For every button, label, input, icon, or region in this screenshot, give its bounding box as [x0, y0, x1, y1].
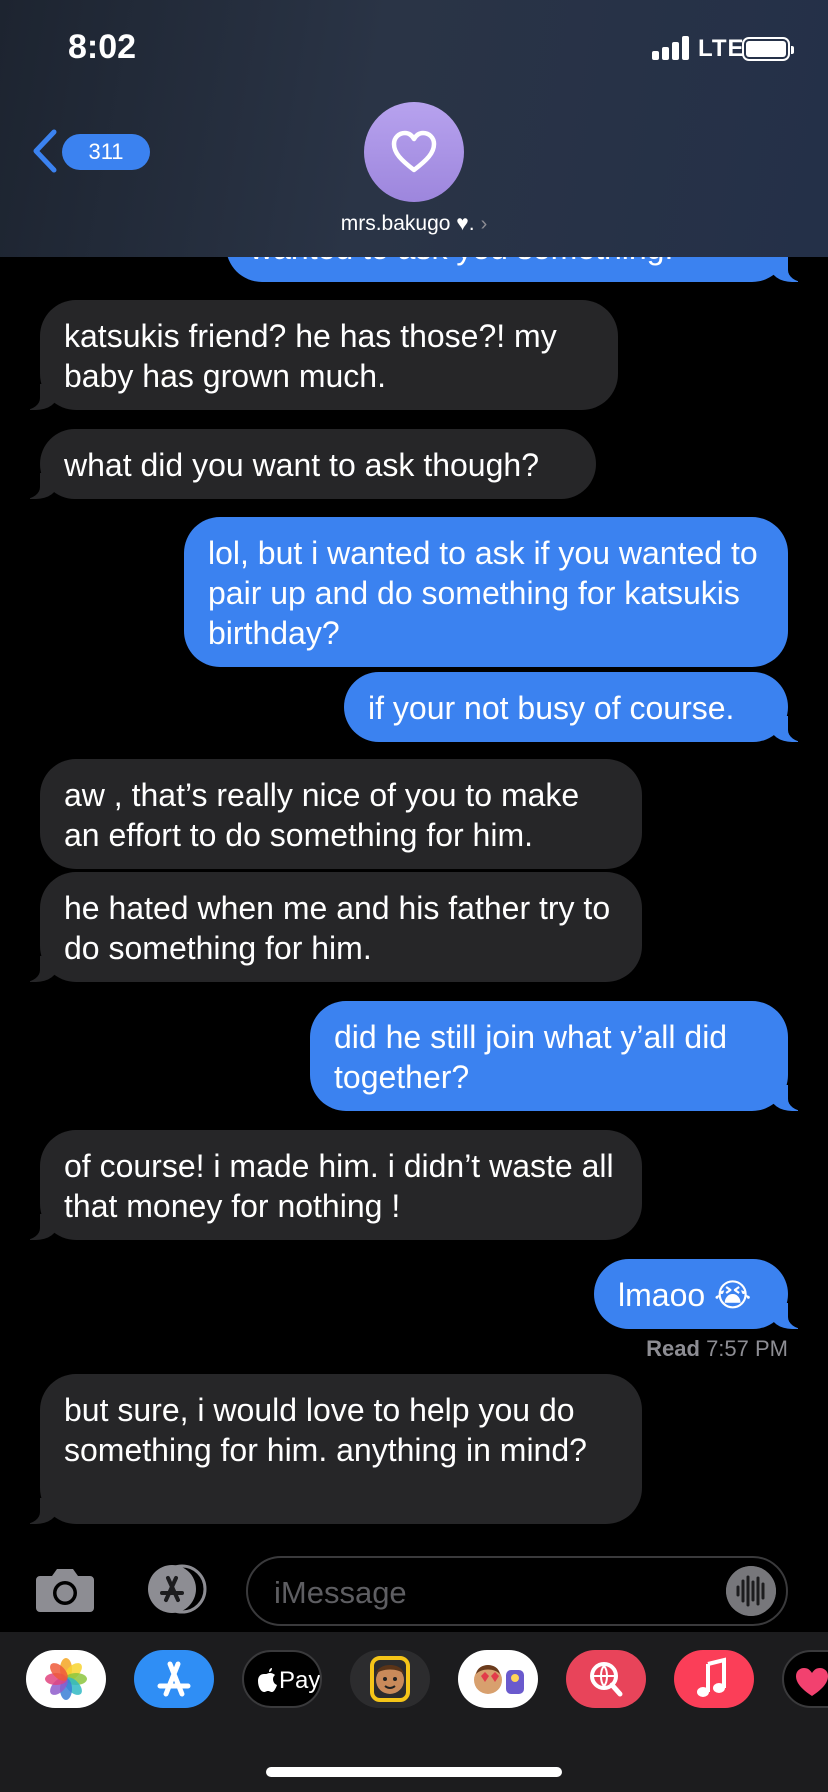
message-bubble-incoming[interactable]: but sure, i would love to help you do so… [14, 1374, 642, 1524]
image-search-icon [590, 1662, 623, 1697]
message-bubble-incoming[interactable]: what did you want to ask though? [14, 429, 596, 499]
apple-pay-app-icon[interactable]: Pay [242, 1650, 322, 1708]
message-text: did he still join what y’all did togethe… [334, 1019, 728, 1095]
read-label: Read [646, 1336, 700, 1361]
message-text: lol, but i wanted to ask if you wanted t… [208, 535, 758, 651]
app-store-icon [157, 1661, 191, 1697]
music-icon [697, 1657, 726, 1697]
contact-name-button[interactable]: mrs.bakugo ♥︎. › [0, 212, 828, 236]
app-store-button-icon[interactable] [140, 1564, 210, 1614]
battery-icon [742, 37, 794, 61]
message-bubble-incoming[interactable]: of course! i made him. i didn’t waste al… [14, 1130, 642, 1240]
apple-pay-label: Pay [279, 1667, 321, 1694]
message-bubble-outgoing[interactable]: if your not busy of course. [344, 672, 814, 742]
read-time: 7:57 PM [706, 1336, 788, 1361]
back-button[interactable]: 311 [30, 126, 150, 176]
animoji-app-icon[interactable] [458, 1650, 538, 1708]
heart-icon [391, 130, 437, 173]
contact-avatar[interactable] [364, 102, 464, 202]
animoji-icon [474, 1665, 524, 1694]
status-time: 8:02 [68, 28, 137, 66]
chevron-right-icon: › [480, 213, 488, 235]
contact-name: mrs.bakugo ♥︎. [340, 212, 475, 235]
message-text: of course! i made him. i didn’t waste al… [64, 1148, 614, 1224]
app-store-app-icon[interactable] [134, 1650, 214, 1708]
chevron-left-icon [33, 129, 57, 173]
cellular-signal-icon [652, 36, 692, 60]
message-text: he hated when me and his father try to d… [64, 890, 611, 966]
message-text: but sure, i would love to help you do so… [64, 1392, 587, 1468]
message-bubble-incoming[interactable]: aw , that’s really nice of you to make a… [40, 759, 642, 869]
unread-count-badge: 311 [62, 134, 150, 170]
digital-touch-app-icon[interactable] [782, 1650, 828, 1708]
message-text: katsukis friend? he has those?! my baby … [64, 318, 557, 394]
photos-icon [45, 1658, 87, 1700]
message-bubble-incoming[interactable]: katsukis friend? he has those?! my baby … [14, 300, 618, 410]
photos-app-icon[interactable] [26, 1650, 106, 1708]
music-app-icon[interactable] [674, 1650, 754, 1708]
compose-bar: iMessage [0, 1540, 828, 1632]
message-bubble-outgoing[interactable]: did he still join what y’all did togethe… [310, 1001, 814, 1111]
message-input-placeholder: iMessage [274, 1575, 407, 1610]
message-bubble-incoming[interactable]: he hated when me and his father try to d… [14, 872, 642, 982]
digital-touch-icon [796, 1668, 828, 1696]
home-indicator[interactable] [266, 1767, 562, 1777]
memoji-icon [370, 1656, 410, 1702]
message-bubble-outgoing[interactable]: lol, but i wanted to ask if you wanted t… [184, 517, 788, 667]
message-bubble-outgoing[interactable]: lmaoo 😭 [594, 1259, 814, 1329]
conversation-header: 8:02 LTE 311 mrs.bakugo ♥︎. › [0, 0, 828, 257]
message-input[interactable]: iMessage [246, 1556, 788, 1626]
read-receipt: Read 7:57 PM [646, 1336, 788, 1362]
network-type: LTE [698, 35, 745, 62]
message-text: if your not busy of course. [368, 690, 735, 726]
camera-icon[interactable] [34, 1566, 96, 1614]
message-text: lmaoo 😭 [618, 1277, 752, 1313]
memoji-app-icon[interactable] [350, 1650, 430, 1708]
message-text: what did you want to ask though? [64, 447, 539, 483]
message-text: aw , that’s really nice of you to make a… [64, 777, 580, 853]
audio-message-icon[interactable] [726, 1566, 776, 1616]
image-search-app-icon[interactable] [566, 1650, 646, 1708]
